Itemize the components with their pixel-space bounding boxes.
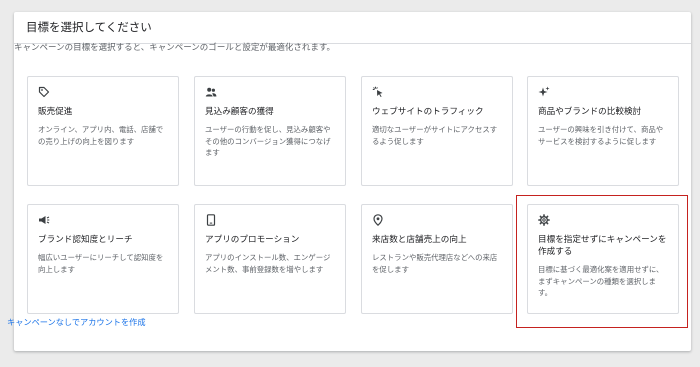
- goal-card-title: 商品やブランドの比較検討: [538, 107, 642, 117]
- goal-card-description: オンライン、アプリ内、電話、店舗での売り上げの向上を図ります: [38, 125, 164, 146]
- selection-highlight-box: [516, 195, 688, 328]
- goal-card-description: ユーザーの興味を引き付けて、商品やサービスを検討するように促します: [538, 125, 664, 146]
- panel-subtitle: キャンペーンの目標を選択すると、キャンペーンのゴールと設定が最適化されます。: [14, 43, 335, 53]
- goal-card-store-visits[interactable]: 来店数と店舗売上の向上 レストランや販売代理店などへの来店を促します: [361, 204, 513, 314]
- goal-card-title: 来店数と店舗売上の向上: [372, 235, 467, 245]
- click-icon: [372, 86, 384, 98]
- create-account-without-campaign-link[interactable]: キャンペーンなしでアカウントを作成: [7, 316, 146, 328]
- goal-card-leads[interactable]: 見込み顧客の獲得 ユーザーの行動を促し、見込み顧客やその他のコンバージョン獲得に…: [194, 76, 346, 186]
- megaphone-icon: [38, 214, 50, 226]
- goal-card-consideration[interactable]: 商品やブランドの比較検討 ユーザーの興味を引き付けて、商品やサービスを検討するよ…: [527, 76, 679, 186]
- goal-card-description: 幅広いユーザーにリーチして認知度を向上します: [38, 253, 164, 274]
- goal-card-title: 販売促進: [38, 107, 73, 117]
- goal-card-description: 適切なユーザーがサイトにアクセスするよう促します: [372, 125, 498, 146]
- people-icon: [205, 86, 217, 98]
- goal-card-title: ウェブサイトのトラフィック: [372, 107, 484, 117]
- phone-icon: [205, 214, 217, 226]
- goal-card-title: アプリのプロモーション: [205, 235, 300, 245]
- goal-card-description: ユーザーの行動を促し、見込み顧客やその他のコンバージョン獲得につなげます: [205, 125, 331, 157]
- goal-card-brand-awareness[interactable]: ブランド認知度とリーチ 幅広いユーザーにリーチして認知度を向上します: [27, 204, 179, 314]
- tag-icon: [38, 86, 50, 98]
- goal-card-sales[interactable]: 販売促進 オンライン、アプリ内、電話、店舗での売り上げの向上を図ります: [27, 76, 179, 186]
- sparkle-icon: [538, 86, 550, 98]
- goal-card-title: 見込み顧客の獲得: [205, 107, 274, 117]
- goal-card-description: アプリのインストール数、エンゲージメント数、事前登録数を増やします: [205, 253, 331, 274]
- panel-title: 目標を選択してください: [14, 12, 691, 44]
- location-pin-icon: [372, 214, 384, 226]
- goal-card-description: レストランや販売代理店などへの来店を促します: [372, 253, 498, 274]
- goal-card-title: ブランド認知度とリーチ: [38, 235, 133, 245]
- goal-card-website-traffic[interactable]: ウェブサイトのトラフィック 適切なユーザーがサイトにアクセスするよう促します: [361, 76, 513, 186]
- goal-card-app-promotion[interactable]: アプリのプロモーション アプリのインストール数、エンゲージメント数、事前登録数を…: [194, 204, 346, 314]
